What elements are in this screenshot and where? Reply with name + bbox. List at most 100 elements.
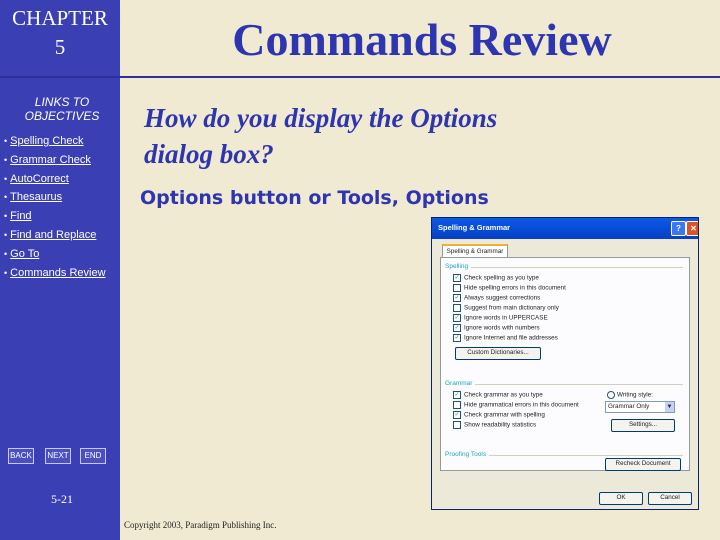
checkbox-check-spelling-as-you-type[interactable]: ✓ Check spelling as you type: [453, 274, 539, 283]
grammar-group-label: Grammar: [445, 380, 476, 387]
link-thesaurus[interactable]: Thesaurus: [10, 191, 62, 203]
close-icon[interactable]: ✕: [686, 221, 698, 236]
slide-title: Commands Review: [232, 14, 612, 65]
header-divider: [0, 76, 720, 78]
link-item-grammar-check: • Grammar Check: [4, 151, 106, 170]
checkbox-checked-icon: ✓: [453, 411, 461, 419]
bullet-icon: •: [4, 267, 8, 278]
link-item-commands-review: • Commands Review: [4, 264, 106, 283]
links-title-line1: LINKS TO: [34, 95, 90, 109]
checkbox-show-readability-statistics[interactable]: Show readability statistics: [453, 421, 536, 430]
checkbox-ignore-internet-addresses[interactable]: ✓ Ignore Internet and file addresses: [453, 334, 558, 343]
link-item-autocorrect: • AutoCorrect: [4, 170, 106, 189]
checkbox-label: Ignore words in UPPERCASE: [464, 314, 548, 322]
question-text: How do you display the Options dialog bo…: [144, 100, 584, 172]
writing-style-value: Grammar Only: [608, 403, 650, 410]
radio-icon: [607, 391, 615, 399]
link-item-spelling-check: • Spelling Check: [4, 132, 106, 151]
chevron-down-icon: ▼: [665, 402, 674, 412]
spelling-group-label: Spelling: [445, 263, 472, 270]
writing-style-label: Writing style:: [607, 391, 653, 399]
help-icon[interactable]: ?: [671, 221, 686, 236]
link-autocorrect[interactable]: AutoCorrect: [10, 173, 69, 185]
cancel-button[interactable]: Cancel: [648, 492, 692, 505]
checkbox-label: Ignore Internet and file addresses: [464, 334, 558, 342]
writing-style-select[interactable]: Grammar Only ▼: [605, 401, 675, 413]
link-item-go-to: • Go To: [4, 245, 106, 264]
chapter-label: CHAPTER: [12, 6, 108, 30]
checkbox-label: Hide grammatical errors in this document: [464, 401, 579, 409]
ok-button[interactable]: OK: [599, 492, 643, 505]
recheck-document-button[interactable]: Recheck Document: [605, 458, 681, 471]
bullet-icon: •: [4, 154, 8, 165]
links-title: LINKS TO OBJECTIVES: [0, 95, 124, 123]
proofing-tools-group: Proofing Tools Recheck Document: [445, 451, 683, 471]
link-go-to[interactable]: Go To: [10, 248, 39, 260]
custom-dictionaries-button[interactable]: Custom Dictionaries...: [455, 347, 541, 360]
checkbox-label: Check grammar as you type: [464, 391, 543, 399]
nav-buttons: BACK NEXT END: [8, 448, 112, 464]
checkbox-ignore-uppercase[interactable]: ✓ Ignore words in UPPERCASE: [453, 314, 548, 323]
link-item-thesaurus: • Thesaurus: [4, 188, 106, 207]
checkbox-label: Check grammar with spelling: [464, 411, 545, 419]
next-button[interactable]: NEXT: [45, 448, 71, 464]
link-item-find-and-replace: • Find and Replace: [4, 226, 106, 245]
link-find[interactable]: Find: [10, 210, 31, 222]
checkbox-label: Hide spelling errors in this document: [464, 284, 566, 292]
chapter-heading: CHAPTER 5: [0, 4, 120, 76]
bullet-icon: •: [4, 229, 8, 240]
link-commands-review[interactable]: Commands Review: [10, 267, 105, 279]
link-item-find: • Find: [4, 207, 106, 226]
end-button[interactable]: END: [80, 448, 106, 464]
chapter-number: 5: [54, 35, 66, 59]
checkbox-checked-icon: ✓: [453, 334, 461, 342]
objectives-links: • Spelling Check • Grammar Check • AutoCorr…: [4, 132, 106, 282]
writing-style-text: Writing style:: [617, 391, 653, 399]
checkbox-checked-icon: ✓: [453, 294, 461, 302]
checkbox-unchecked-icon: [453, 304, 461, 312]
settings-button[interactable]: Settings...: [611, 419, 675, 432]
page-number: 5-21: [51, 492, 73, 506]
answer-text: Options button or Tools, Options: [140, 187, 489, 209]
link-find-and-replace[interactable]: Find and Replace: [10, 229, 96, 241]
bullet-icon: •: [4, 192, 8, 203]
checkbox-check-grammar-as-you-type[interactable]: ✓ Check grammar as you type: [453, 391, 543, 400]
checkbox-checked-icon: ✓: [453, 274, 461, 282]
dialog-titlebar: Spelling & Grammar ? ✕: [432, 218, 698, 239]
checkbox-unchecked-icon: [453, 421, 461, 429]
checkbox-checked-icon: ✓: [453, 324, 461, 332]
checkbox-checked-icon: ✓: [453, 314, 461, 322]
grammar-group: Grammar ✓ Check grammar as you type Hide …: [445, 380, 683, 449]
bullet-icon: •: [4, 211, 8, 222]
proofing-tools-label: Proofing Tools: [445, 451, 490, 458]
bullet-icon: •: [4, 136, 8, 146]
checkbox-label: Ignore words with numbers: [464, 324, 540, 332]
spelling-grammar-dialog-screenshot: Spelling & Grammar ? ✕ Spelling & Gramma…: [431, 217, 699, 510]
tab-spelling-grammar[interactable]: Spelling & Grammar: [442, 244, 508, 258]
dialog-pane: Spelling ✓ Check spelling as you type Hid…: [440, 257, 690, 471]
checkbox-label: Check spelling as you type: [464, 274, 539, 282]
checkbox-unchecked-icon: [453, 401, 461, 409]
checkbox-suggest-from-main-dictionary[interactable]: Suggest from main dictionary only: [453, 304, 559, 313]
link-grammar-check[interactable]: Grammar Check: [10, 154, 91, 166]
checkbox-hide-spelling-errors[interactable]: Hide spelling errors in this document: [453, 284, 566, 293]
back-button[interactable]: BACK: [8, 448, 34, 464]
checkbox-label: Show readability statistics: [464, 421, 537, 429]
checkbox-label: Suggest from main dictionary only: [464, 304, 559, 312]
checkbox-checked-icon: ✓: [453, 391, 461, 399]
checkbox-check-grammar-with-spelling[interactable]: ✓ Check grammar with spelling: [453, 411, 545, 420]
copyright-text: Copyright 2003, Paradigm Publishing Inc.: [124, 520, 277, 530]
dialog-title: Spelling & Grammar: [438, 223, 511, 232]
sidebar: CHAPTER 5 LINKS TO OBJECTIVES • Spelling …: [0, 0, 120, 540]
question-line1: How do you display the Options: [144, 103, 498, 133]
question-line2: dialog box?: [144, 139, 274, 169]
checkbox-always-suggest-corrections[interactable]: ✓ Always suggest corrections: [453, 294, 540, 303]
links-title-line2: OBJECTIVES: [24, 109, 100, 123]
bullet-icon: •: [4, 173, 8, 184]
checkbox-ignore-words-with-numbers[interactable]: ✓ Ignore words with numbers: [453, 324, 540, 333]
spelling-group: Spelling ✓ Check spelling as you type Hid…: [445, 263, 683, 376]
bullet-icon: •: [4, 248, 8, 259]
link-spelling-check[interactable]: Spelling Check: [10, 135, 83, 147]
checkbox-label: Always suggest corrections: [464, 294, 541, 302]
checkbox-hide-grammatical-errors[interactable]: Hide grammatical errors in this document: [453, 401, 579, 410]
